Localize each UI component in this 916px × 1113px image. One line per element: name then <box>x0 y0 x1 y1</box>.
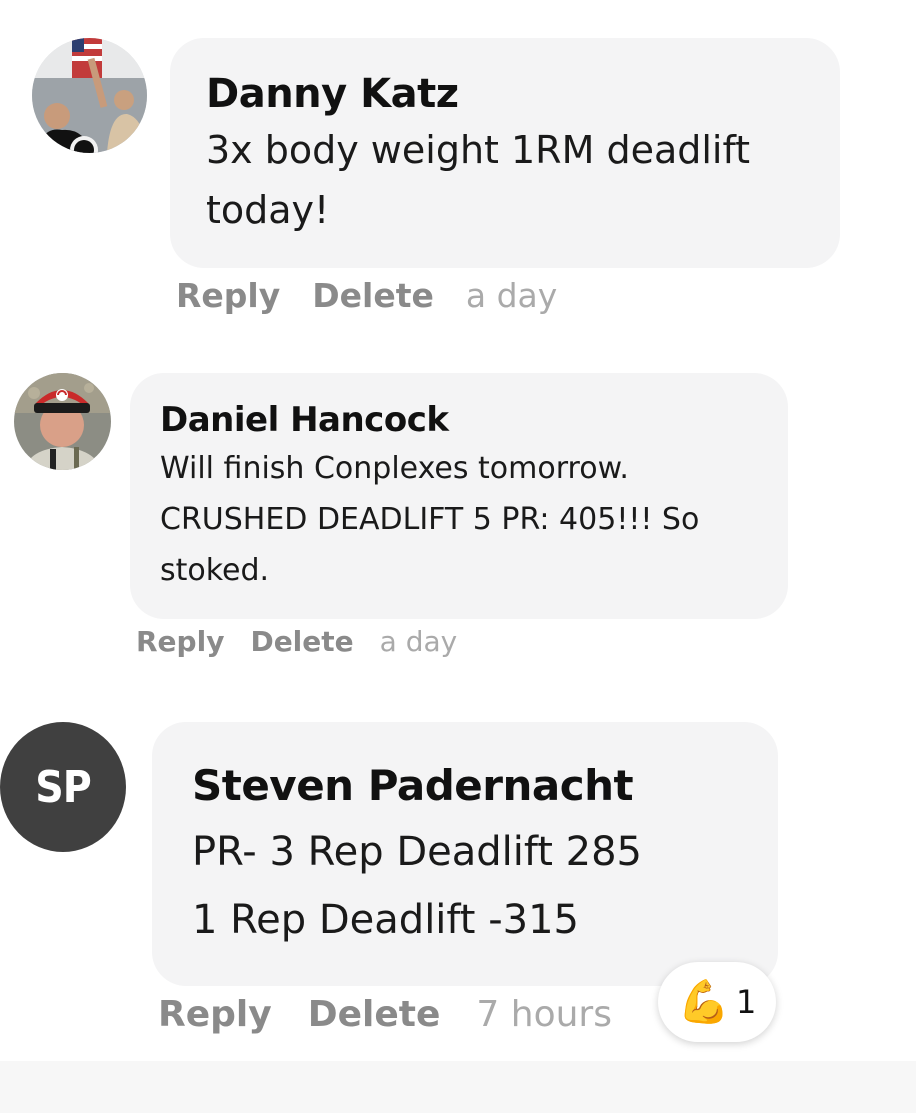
comment-bubble: Steven Padernacht PR- 3 Rep Deadlift 285… <box>152 722 778 986</box>
reaction-badge[interactable]: 💪 1 <box>658 962 776 1042</box>
flexed-biceps-icon: 💪 <box>677 977 730 1026</box>
reply-button[interactable]: Reply <box>158 994 272 1035</box>
avatar-initials: SP <box>35 761 92 813</box>
comment-text: PR- 3 Rep Deadlift 285 1 Rep Deadlift -3… <box>192 829 642 943</box>
reaction-count: 1 <box>735 983 757 1021</box>
delete-button[interactable]: Delete <box>308 994 441 1035</box>
bottom-bar <box>0 1061 916 1113</box>
comments-thread: Danny Katz 3x body weight 1RM deadlift t… <box>0 0 916 1113</box>
comment-timestamp: 7 hours <box>476 994 612 1035</box>
comment-actions: Reply Delete 7 hours <box>158 994 612 1035</box>
comment-author[interactable]: Steven Padernacht <box>192 758 778 814</box>
comment-item: SP Steven Padernacht PR- 3 Rep Deadlift … <box>0 0 916 1060</box>
avatar[interactable]: SP <box>0 722 126 852</box>
